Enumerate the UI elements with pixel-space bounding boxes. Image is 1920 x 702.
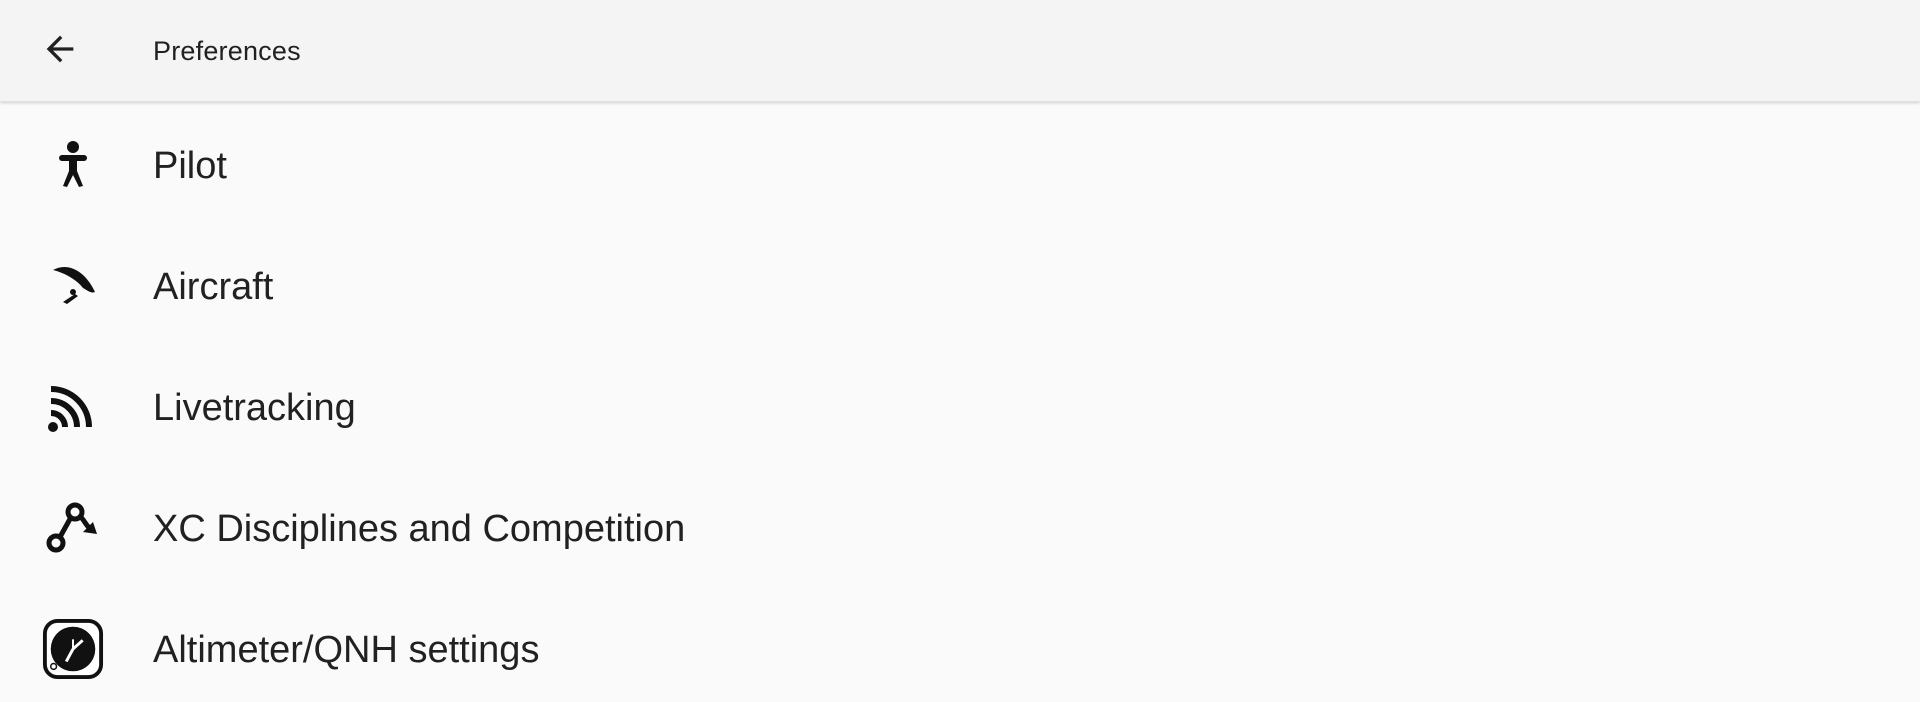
app-toolbar: Preferences [0,0,1920,102]
preference-item-livetracking[interactable]: Livetracking [0,346,1920,467]
back-button[interactable] [30,21,90,81]
preference-item-xc-disciplines[interactable]: XC Disciplines and Competition [0,467,1920,588]
preference-label: Altimeter/QNH settings [153,629,540,671]
preference-item-altimeter[interactable]: Altimeter/QNH settings [0,588,1920,702]
preferences-list: Pilot Aircraft Livetracking XC Disciplin… [0,104,1920,702]
preference-label: Pilot [153,145,227,187]
preference-label: XC Disciplines and Competition [153,508,686,550]
pilot-icon [42,134,104,196]
altimeter-gauge-icon [42,618,104,680]
livetracking-signal-icon [42,376,104,438]
preferences-screen: Preferences Pilot Aircraft Livetracking … [0,0,1920,702]
page-title: Preferences [153,36,301,66]
arrow-back-icon [40,29,80,74]
preference-label: Livetracking [153,387,356,429]
route-waypoints-icon [42,497,104,559]
preference-item-aircraft[interactable]: Aircraft [0,225,1920,346]
preference-item-pilot[interactable]: Pilot [0,104,1920,225]
paraglider-icon [42,255,104,317]
preference-label: Aircraft [153,266,274,308]
